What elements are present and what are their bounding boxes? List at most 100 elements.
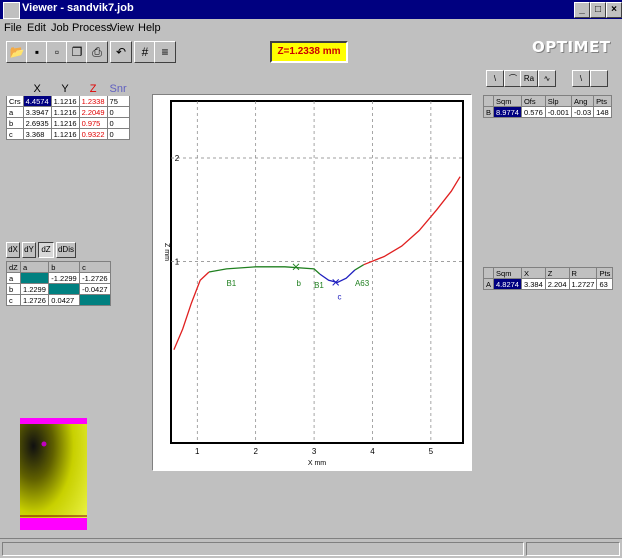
cell: -0.001 [544,106,573,118]
print-icon[interactable]: ⎙ [86,41,108,63]
thumbnail-image [20,418,87,530]
menu-edit[interactable]: Edit [27,22,46,34]
cell: 1.1216 [50,106,80,118]
cell: 0 [106,128,130,140]
x-tick-label: 3 [312,447,317,456]
tab-dx[interactable]: dX [6,242,20,258]
table-row[interactable]: B 8.9774 0.576 -0.001 -0.03 148 [482,106,612,118]
cell: a [6,272,21,284]
cell [79,294,111,306]
table-row[interactable]: A 4.8274 3.384 2.204 1.2727 63 [482,278,614,290]
table-row[interactable]: b 2.6935 1.1216 0.975 0 [6,117,130,129]
arc-header: Pts [596,267,614,279]
annotation-label: b [297,279,302,288]
tab-dz[interactable]: dZ [38,242,54,258]
wave-tool[interactable]: ∿ [538,70,556,87]
cell: 1.2338 [78,95,108,107]
cell [48,283,81,295]
cell: 3.3947 [22,106,52,118]
cursor-table: X Y Z Snr Crs 4.4574 1.1216 1.2338 75 a … [6,82,130,140]
arc-header: R [568,267,598,279]
cell: b [6,117,24,129]
title-bar: Viewer - sandvik7.job _ □ × [0,0,622,19]
copy-icon[interactable]: ❐ [66,41,88,63]
table-row[interactable]: a 3.3947 1.1216 2.2049 0 [6,106,130,118]
cursor-header-x: X [22,82,52,96]
table-row[interactable]: Crs 4.4574 1.1216 1.2338 75 [6,95,130,107]
menu-help[interactable]: Help [138,22,161,34]
cell: 63 [596,278,614,290]
undo-icon[interactable]: ↶ [110,41,132,63]
cell: 148 [593,106,612,118]
grid-icon[interactable]: # [134,41,156,63]
annotation-label: A63 [355,279,370,288]
profile-plot-panel[interactable]: 1 2 3 4 5 1 2 X mm Z mm B1 b B1 c A63 [152,94,472,471]
line-header: Pts [593,95,612,107]
cell: 1.1216 [50,128,80,140]
cell: c [6,128,24,140]
cell: B [482,106,495,118]
blank-tool[interactable] [590,70,608,87]
table-row[interactable]: b 1.2299 -0.0427 [6,283,111,295]
save-as-icon[interactable]: ▫ [46,41,68,63]
annotation-label: B1 [226,279,236,288]
x-tick-label: 1 [195,447,200,456]
annotation-label: c [337,293,341,302]
delta-header: a [19,261,50,273]
menu-process[interactable]: Process [72,22,112,34]
app-icon [3,2,20,19]
x-tick-label: 2 [253,447,258,456]
delta-table: dZ a b c a -1.2299 -1.2726 b 1.2299 -0.0… [6,261,111,306]
z-readout: Z=1.2338 mm [270,41,348,63]
tab-dy[interactable]: dY [22,242,36,258]
cell: 1.1216 [50,117,80,129]
cell: 2.6935 [22,117,52,129]
table-row[interactable]: c 3.368 1.1216 0.9322 0 [6,128,130,140]
menu-file[interactable]: File [4,22,22,34]
cell: -0.03 [571,106,595,118]
cell: -1.2299 [48,272,81,284]
save-icon[interactable]: ▪ [26,41,48,63]
cell: c [6,294,21,306]
slope-tool[interactable]: \ [572,70,590,87]
cell: -0.0427 [79,283,111,295]
open-icon[interactable]: 📂 [6,41,28,63]
arc-fit-table: Sqm X Z R Pts A 4.8274 3.384 2.204 1.272… [482,267,614,290]
roughness-tool[interactable]: Ra [520,70,538,87]
menu-job[interactable]: Job [51,22,69,34]
line-header: Sqm [493,95,522,107]
line-header: Ofs [520,95,546,107]
arc-header: Sqm [493,267,522,279]
menu-view[interactable]: View [110,22,134,34]
status-cell-main [2,542,524,556]
profile-plot[interactable]: 1 2 3 4 5 1 2 X mm Z mm B1 b B1 c A63 [153,95,471,470]
y-axis-label: Z mm [163,243,170,261]
cell [19,272,50,284]
line-fit-tool[interactable]: \ [486,70,504,87]
table-row[interactable]: a -1.2299 -1.2726 [6,272,111,284]
cell: b [6,283,21,295]
delta-header: dZ [6,261,21,273]
align-icon[interactable]: ≡ [154,41,176,63]
cell: 1.2727 [568,278,598,290]
surface-thumbnail[interactable] [20,418,87,530]
arc-header: Z [544,267,570,279]
cell: 0 [106,117,130,129]
cell: -1.2726 [79,272,111,284]
cursor-header-snr: Snr [106,82,130,96]
optimet-logo: OPTIMET [532,38,611,56]
x-tick-label: 5 [429,447,434,456]
cell: 1.2299 [19,283,50,295]
table-row[interactable]: c 1.2726 0.0427 [6,294,111,306]
arc-header [482,267,495,279]
cell: 0.576 [520,106,546,118]
cell: 0.9322 [78,128,108,140]
maximize-button[interactable]: □ [590,2,606,18]
close-button[interactable]: × [606,2,622,18]
cell: 75 [106,95,130,107]
menu-bar: File Edit Job Process View Help [0,19,622,37]
cell: 0.0427 [48,294,81,306]
minimize-button[interactable]: _ [574,2,590,18]
tab-ddis[interactable]: dDis [56,242,76,258]
x-tick-label: 4 [370,447,375,456]
